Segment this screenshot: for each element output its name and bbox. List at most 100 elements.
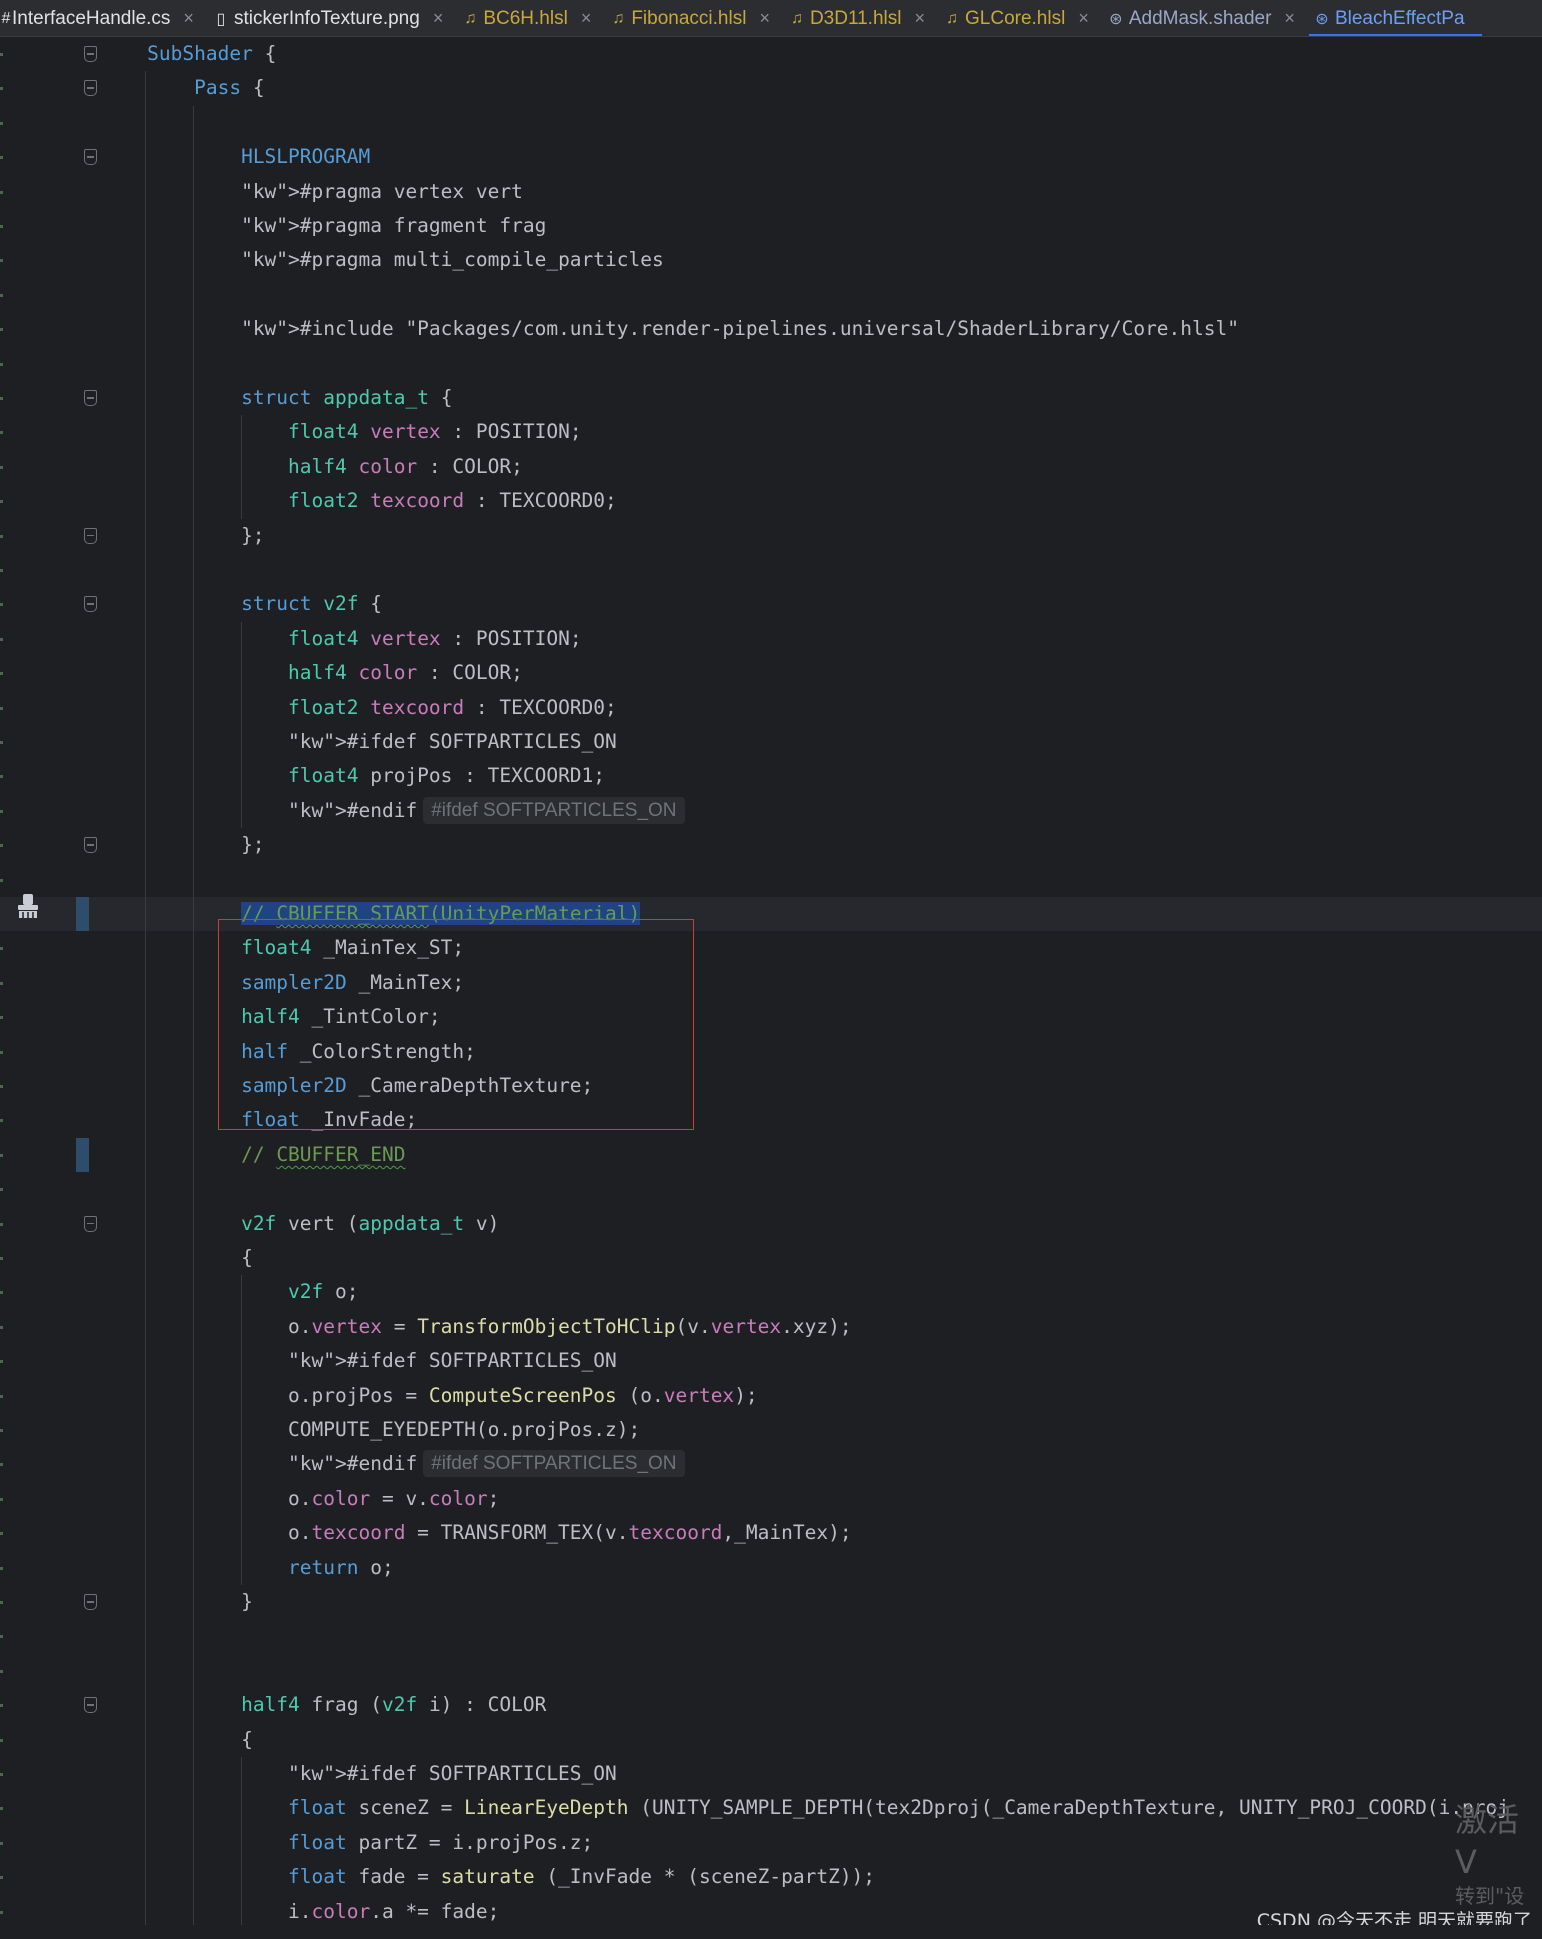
fold-marker-icon[interactable] <box>84 596 97 613</box>
gutter-dot <box>0 1119 3 1123</box>
close-icon[interactable]: × <box>1074 8 1095 29</box>
gutter-dot <box>0 1153 3 1157</box>
code-editor[interactable]: SubShader { Pass { HLSLPROGRAM "kw">#pra… <box>0 37 1542 1939</box>
code-line[interactable]: }; <box>100 828 265 862</box>
code-line[interactable]: half4 color : COLOR; <box>100 450 523 484</box>
gutter-dot <box>0 259 3 263</box>
code-line[interactable]: v2f vert (appdata_t v) <box>100 1207 499 1241</box>
code-line[interactable]: HLSLPROGRAM <box>100 140 370 174</box>
csharp-file-icon: # <box>1 9 11 27</box>
fold-marker-icon[interactable] <box>84 1215 97 1232</box>
code-line[interactable]: "kw">#pragma multi_compile_particles <box>100 243 664 277</box>
indent-guide <box>241 621 242 829</box>
close-icon[interactable]: × <box>577 8 598 29</box>
tab-glcore-hlsl[interactable]: ♫ GLCore.hlsl × <box>939 0 1103 36</box>
code-line[interactable]: float partZ = i.projPos.z; <box>100 1826 593 1860</box>
close-icon[interactable]: × <box>179 8 200 29</box>
code-line[interactable]: COMPUTE_EYEDEPTH(o.projPos.z); <box>100 1413 640 1447</box>
activate-windows-text: 激活 V <box>1455 1801 1520 1881</box>
gutter-dot <box>0 1360 3 1364</box>
tab-bleacheffectpa[interactable]: ⊛ BleachEffectPa <box>1308 0 1482 36</box>
fold-marker-icon[interactable] <box>84 390 97 406</box>
gutter-dot <box>0 878 3 882</box>
code-line[interactable]: o.vertex = TransformObjectToHClip(v.vert… <box>100 1310 852 1344</box>
brush-icon[interactable] <box>14 892 42 920</box>
tab-interfacehandle-cs[interactable]: # InterfaceHandle.cs × <box>0 0 208 36</box>
code-line[interactable]: half4 color : COLOR; <box>100 656 523 690</box>
gutter-dot <box>0 1704 3 1708</box>
fold-marker-icon[interactable] <box>84 1594 97 1610</box>
fold-marker-icon[interactable] <box>84 837 97 854</box>
close-icon[interactable]: × <box>1280 8 1301 29</box>
code-line[interactable]: float4 projPos : TEXCOORD1; <box>100 759 605 793</box>
code-line[interactable]: "kw">#pragma fragment frag <box>100 209 546 243</box>
code-line[interactable]: "kw">#ifdef SOFTPARTICLES_ON <box>100 725 617 759</box>
gutter-dot <box>0 1394 3 1398</box>
gutter-dot <box>0 465 3 469</box>
gutter-dot <box>0 1463 3 1467</box>
tab-label: BleachEffectPa <box>1334 7 1465 29</box>
gutter-dot <box>0 534 3 538</box>
gutter-dot <box>0 637 3 641</box>
gutter-dot <box>0 1497 3 1501</box>
gutter-dot <box>0 1085 3 1088</box>
close-icon[interactable]: × <box>755 8 776 29</box>
code-line[interactable]: "kw">#ifdef SOFTPARTICLES_ON <box>100 1757 617 1791</box>
code-line[interactable]: float2 texcoord : TEXCOORD0; <box>100 484 617 518</box>
change-markers-gutter <box>0 37 8 1939</box>
code-line[interactable]: struct appdata_t { <box>100 381 452 415</box>
tab-addmask-shader[interactable]: ⊛ AddMask.shader × <box>1103 0 1309 36</box>
fold-marker-icon[interactable] <box>84 527 97 544</box>
code-line[interactable]: float4 vertex : POSITION; <box>100 415 582 449</box>
code-line[interactable]: half4 frag (v2f i) : COLOR <box>100 1688 546 1722</box>
code-line[interactable]: v2f o; <box>100 1275 358 1309</box>
tab-d3d11-hlsl[interactable]: ♫ D3D11.hlsl × <box>784 0 939 36</box>
code-line[interactable]: o.texcoord = TRANSFORM_TEX(v.texcoord,_M… <box>100 1516 852 1550</box>
tab-bc6h-hlsl[interactable]: ♫ BC6H.hlsl × <box>457 0 605 36</box>
indent-guide <box>241 1757 242 1939</box>
gutter-dot <box>0 1222 3 1226</box>
close-icon[interactable]: × <box>429 8 450 29</box>
code-line[interactable]: { <box>100 1241 253 1275</box>
gutter-dot <box>0 809 3 813</box>
fold-marker-icon[interactable] <box>84 80 97 97</box>
gutter-dot <box>0 1429 3 1432</box>
code-line[interactable]: "kw">#endif #ifdef SOFTPARTICLES_ON <box>100 1447 685 1481</box>
code-line[interactable]: float2 texcoord : TEXCOORD0; <box>100 691 617 725</box>
gutter-dot <box>0 1841 3 1845</box>
gutter-dot <box>0 981 3 985</box>
tab-fibonacci-hlsl[interactable]: ♫ Fibonacci.hlsl × <box>605 0 784 36</box>
fold-marker-icon[interactable] <box>84 46 97 62</box>
code-line[interactable]: }; <box>100 519 265 553</box>
tab-stickerinfotexture-png[interactable]: ▯ stickerInfoTexture.png × <box>208 0 457 36</box>
gutter-dot <box>0 1876 3 1880</box>
fold-marker-icon[interactable] <box>84 149 97 166</box>
code-line[interactable]: float fade = saturate (_InvFade * (scene… <box>100 1860 875 1894</box>
gutter-dot <box>0 156 3 160</box>
gutter-dot <box>0 1257 3 1260</box>
code-line[interactable]: } <box>100 1585 253 1619</box>
gutter-dot <box>0 225 3 228</box>
inlay-hint: #ifdef SOFTPARTICLES_ON <box>423 796 685 824</box>
shader-file-icon: ♫ <box>946 9 958 27</box>
gutter-dot <box>0 87 3 91</box>
code-line[interactable]: i.color.a *= fade; <box>100 1895 499 1929</box>
code-line[interactable]: float sceneZ = LinearEyeDepth (UNITY_SAM… <box>100 1791 1509 1825</box>
code-line[interactable]: o.projPos = ComputeScreenPos (o.vertex); <box>100 1379 758 1413</box>
gutter-dot <box>0 1016 3 1020</box>
code-line[interactable]: SubShader { <box>100 37 276 71</box>
close-icon[interactable]: × <box>910 8 931 29</box>
fold-marker-icon[interactable] <box>84 1697 97 1714</box>
code-line[interactable]: float4 vertex : POSITION; <box>100 622 582 656</box>
gutter-dot <box>0 431 3 435</box>
code-line[interactable]: "kw">#ifdef SOFTPARTICLES_ON <box>100 1344 617 1378</box>
code-line[interactable]: "kw">#pragma vertex vert <box>100 175 523 209</box>
code-line[interactable]: Pass { <box>100 71 264 105</box>
code-line[interactable]: struct v2f { <box>100 587 382 621</box>
tab-label: AddMask.shader <box>1128 7 1272 29</box>
code-line[interactable]: { <box>100 1723 253 1757</box>
code-line[interactable]: "kw">#endif #ifdef SOFTPARTICLES_ON <box>100 794 685 828</box>
code-line[interactable]: o.color = v.color; <box>100 1482 499 1516</box>
code-line[interactable]: "kw">#include "Packages/com.unity.render… <box>100 312 1239 346</box>
line-change-marker <box>76 1137 89 1173</box>
